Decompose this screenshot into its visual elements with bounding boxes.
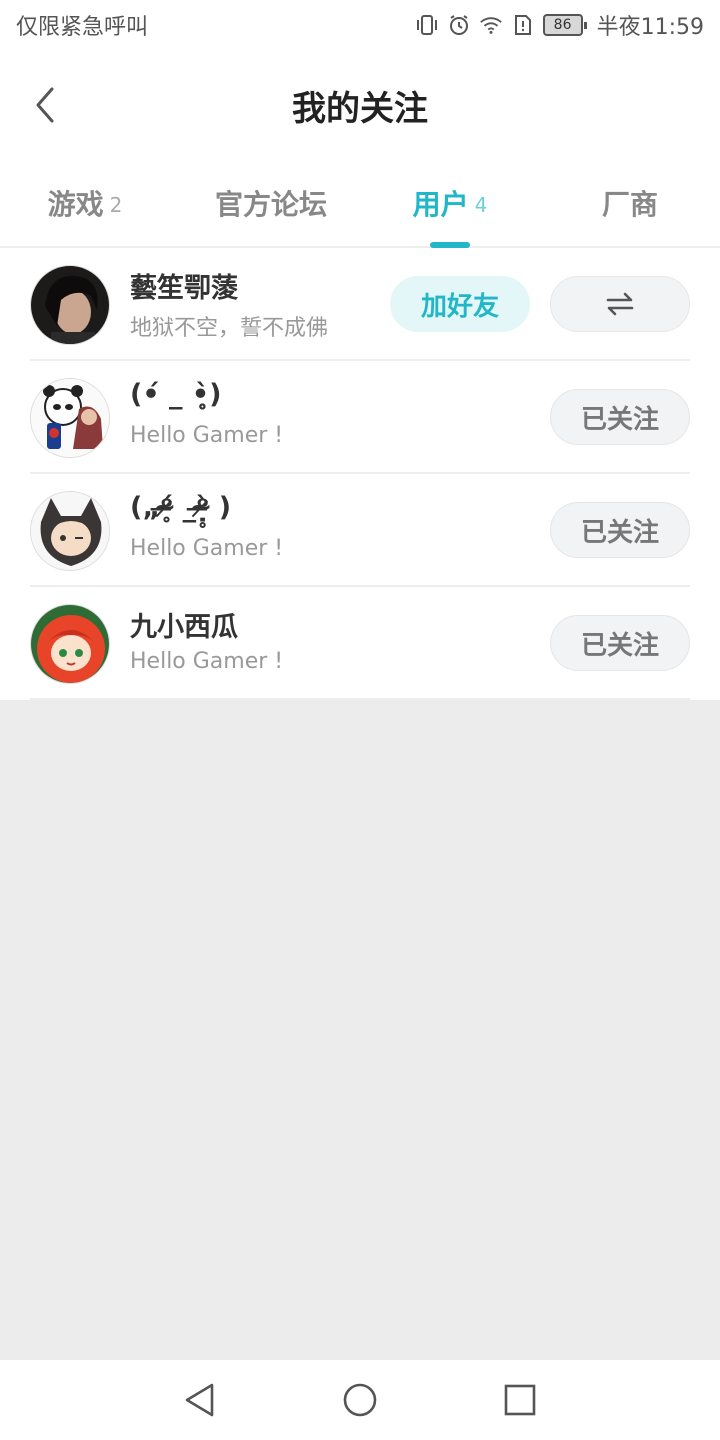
battery-icon: 86 <box>542 14 587 36</box>
tab-games[interactable]: 游戏 2 <box>30 160 140 246</box>
tab-count: 4 <box>474 193 488 217</box>
list-item[interactable]: 九小西瓜 Hello Gamer ! 已关注 <box>30 587 690 700</box>
user-name: 九小西瓜 <box>130 612 238 643</box>
user-list: 藝笙卾蔆 地狱不空，誓不成佛 加好友 (•́ _ •̥̥̥̀) Hello Ga… <box>0 248 720 700</box>
avatar[interactable] <box>30 378 110 458</box>
list-item[interactable]: („ᵒ̴̶̷̥́ _ᵒ̴̶̷̣̥̀ ) Hello Gamer ! 已关注 <box>30 474 690 587</box>
status-icons: 86 半夜11:59 <box>415 9 704 41</box>
avatar[interactable] <box>30 491 110 571</box>
user-bio: 地狱不空，誓不成佛 <box>130 316 329 341</box>
list-item[interactable]: (•́ _ •̥̥̥̀) Hello Gamer ! 已关注 <box>30 361 690 474</box>
user-name: („ᵒ̴̶̷̥́ _ᵒ̴̶̷̣̥̀ ) <box>130 492 232 523</box>
swap-button[interactable] <box>550 276 690 332</box>
tab-users[interactable]: 用户 4 <box>400 160 500 246</box>
nav-back-button[interactable] <box>175 1375 225 1425</box>
user-bio: Hello Gamer ! <box>130 423 284 448</box>
avatar[interactable] <box>30 604 110 684</box>
carrier-text: 仅限紧急呼叫 <box>16 15 149 40</box>
list-item[interactable]: 藝笙卾蔆 地狱不空，誓不成佛 加好友 <box>30 248 690 361</box>
user-name: (•́ _ •̥̥̥̀) <box>130 379 222 410</box>
back-button[interactable] <box>24 80 64 130</box>
user-bio: Hello Gamer ! <box>130 649 284 674</box>
tab-official-forum[interactable]: 官方论坛 <box>200 160 342 246</box>
following-button[interactable]: 已关注 <box>550 502 690 558</box>
tab-label: 用户 <box>412 188 469 221</box>
user-name: 藝笙卾蔆 <box>130 273 238 304</box>
swap-arrows-icon <box>606 292 634 316</box>
following-button[interactable]: 已关注 <box>550 389 690 445</box>
tab-label: 游戏 <box>47 188 104 221</box>
nav-home-icon <box>343 1383 377 1417</box>
back-chevron-icon <box>36 87 54 123</box>
system-nav-bar <box>0 1360 720 1440</box>
tab-bar: 游戏 2 官方论坛 用户 4 厂商 <box>0 160 720 248</box>
alarm-icon <box>447 13 471 37</box>
add-friend-button[interactable]: 加好友 <box>390 276 530 332</box>
avatar[interactable] <box>30 265 110 345</box>
nav-home-button[interactable] <box>335 1375 385 1425</box>
sim-alert-icon <box>511 13 535 37</box>
page-title: 我的关注 <box>292 88 428 129</box>
clock-text: 半夜11:59 <box>596 15 704 40</box>
tab-label: 官方论坛 <box>214 188 327 221</box>
tab-label: 厂商 <box>601 188 658 221</box>
tab-vendors[interactable]: 厂商 <box>590 160 670 246</box>
tab-count: 2 <box>109 193 123 217</box>
following-button[interactable]: 已关注 <box>550 615 690 671</box>
header: 我的关注 <box>0 50 720 160</box>
vibrate-icon <box>415 13 439 37</box>
user-bio: Hello Gamer ! <box>130 536 284 561</box>
nav-recents-button[interactable] <box>495 1375 545 1425</box>
wifi-icon <box>479 13 503 37</box>
nav-back-icon <box>185 1383 214 1417</box>
nav-recents-icon <box>504 1384 536 1416</box>
status-bar: 仅限紧急呼叫 86 半夜11:59 <box>0 0 720 50</box>
